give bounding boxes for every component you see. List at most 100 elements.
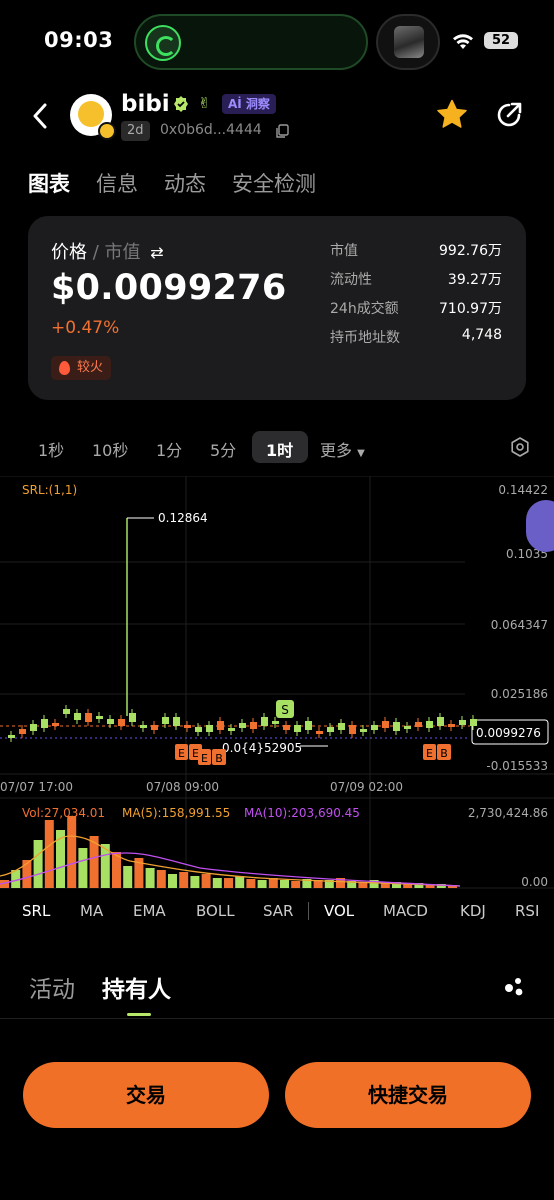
- stat-label-liquidity: 流动性: [330, 272, 372, 288]
- trade-marker-label: E: [192, 747, 199, 760]
- price-mcap-toggle[interactable]: 价格 / 市值 ⇄: [51, 238, 164, 264]
- candle: [470, 719, 477, 726]
- contract-address: 0x0b6d...4444: [160, 122, 262, 138]
- hot-badge: 较火: [51, 356, 112, 380]
- volume-bar: [44, 820, 54, 888]
- tab-activity[interactable]: 动态: [164, 168, 206, 198]
- bubble-map-icon[interactable]: [503, 976, 527, 998]
- price-change: +0.47%: [51, 318, 120, 338]
- timeframe-5m[interactable]: 5分: [210, 437, 236, 461]
- candle: [8, 735, 15, 738]
- tab-info[interactable]: 信息: [96, 168, 138, 198]
- candle: [316, 731, 323, 734]
- indicator-tab-boll[interactable]: BOLL: [196, 902, 235, 920]
- indicator-tab-vol[interactable]: VOL: [324, 902, 354, 920]
- chart-grid: [0, 476, 554, 889]
- trade-button[interactable]: 交易: [23, 1062, 269, 1128]
- price-card: 价格 / 市值 ⇄ $0.0099276 +0.47% 较火 市值 992.76…: [28, 216, 526, 400]
- tab-holders[interactable]: 持有人: [102, 970, 171, 1004]
- candle: [327, 727, 334, 732]
- candle: [393, 722, 400, 731]
- volume-min-label: 0.00: [521, 875, 548, 889]
- candle: [448, 724, 455, 727]
- favorite-star-icon[interactable]: [436, 99, 468, 129]
- max-price-label: 0.12864: [158, 511, 208, 525]
- indicator-tab-ma[interactable]: MA: [80, 902, 103, 920]
- volume-bar: [33, 840, 43, 888]
- y-axis-label: 0.025186: [491, 687, 548, 701]
- trade-marker-label: E: [178, 747, 185, 760]
- token-avatar: [70, 94, 116, 140]
- trade-marker-label: S: [281, 703, 289, 717]
- label-separator: /: [87, 242, 105, 263]
- candle: [195, 727, 202, 732]
- chart-settings-icon[interactable]: [509, 436, 531, 458]
- tab-security-check[interactable]: 安全检测: [232, 168, 316, 198]
- candle: [85, 713, 92, 722]
- timeframe-10s[interactable]: 10秒: [92, 437, 128, 461]
- flame-icon: [59, 361, 70, 375]
- stat-label-mcap: 市值: [330, 243, 358, 259]
- volume-bar: [291, 881, 301, 888]
- media-thumbnail[interactable]: [376, 14, 440, 70]
- indicator-tab-ema[interactable]: EMA: [133, 902, 166, 920]
- volume-bar: [224, 878, 233, 888]
- timeframe-1h[interactable]: 1时: [266, 437, 293, 461]
- stat-value-holders: 4,748: [461, 327, 502, 343]
- candle: [294, 725, 301, 732]
- status-time: 09:03: [44, 28, 114, 52]
- volume-bar: [212, 878, 222, 888]
- candle: [173, 717, 180, 726]
- candle: [459, 720, 466, 725]
- stat-label-volume-24h: 24h成交额: [330, 301, 399, 317]
- indicator-divider: [308, 902, 309, 920]
- section-divider: [0, 1018, 554, 1019]
- candle: [228, 728, 235, 731]
- indicator-tab-kdj[interactable]: KDJ: [460, 902, 486, 920]
- stat-value-mcap: 992.76万: [439, 243, 502, 259]
- min-price-label: 0.0{4}52905: [222, 741, 302, 755]
- candle: [63, 709, 70, 714]
- y-axis-label: 0.064347: [491, 618, 548, 632]
- candle: [41, 719, 48, 728]
- tab-activity-feed[interactable]: 活动: [29, 970, 75, 1004]
- candle: [261, 717, 268, 726]
- candle: [30, 724, 37, 731]
- candle: [162, 717, 169, 724]
- floating-assistant-button[interactable]: [526, 500, 554, 552]
- candle: [206, 725, 213, 732]
- copy-icon[interactable]: [275, 124, 290, 139]
- y-axis-label: 0.14422: [498, 483, 548, 497]
- trade-marker-label: B: [215, 752, 223, 765]
- back-arrow-icon[interactable]: [30, 102, 52, 130]
- current-price-tag-label: 0.0099276: [476, 726, 541, 740]
- candle: [118, 719, 125, 726]
- indicator-tab-srl[interactable]: SRL: [22, 902, 50, 920]
- volume-bar: [145, 868, 155, 888]
- volume-bar: [280, 880, 289, 888]
- timeframe-1s[interactable]: 1秒: [38, 437, 64, 461]
- candle: [382, 721, 389, 728]
- battery-indicator: 52: [484, 32, 518, 49]
- timeframe-more[interactable]: 更多 ▼: [320, 437, 365, 461]
- candle: [129, 713, 136, 722]
- mcap-label: 市值: [104, 242, 141, 263]
- tab-chart[interactable]: 图表: [28, 168, 70, 198]
- timeframe-1m[interactable]: 1分: [156, 437, 182, 461]
- hand-icon: ✌: [198, 94, 211, 112]
- quick-trade-button[interactable]: 快捷交易: [285, 1062, 531, 1128]
- price-chart[interactable]: SRL:(1,1) 0.14422 0.1035 0.064347 0.0251…: [0, 476, 554, 896]
- candle: [360, 729, 367, 732]
- dynamic-island[interactable]: [134, 14, 368, 70]
- price-label: 价格: [51, 242, 87, 263]
- candle: [74, 713, 81, 720]
- volume-bar: [78, 848, 88, 888]
- share-icon[interactable]: [494, 100, 524, 130]
- indicator-tab-rsi[interactable]: RSI: [515, 902, 539, 920]
- indicator-tab-sar[interactable]: SAR: [263, 902, 293, 920]
- candle: [52, 723, 59, 726]
- ai-insight-tag[interactable]: Aİ 洞察: [222, 94, 276, 114]
- indicator-tab-macd[interactable]: MACD: [383, 902, 428, 920]
- wifi-icon: [453, 34, 473, 49]
- volume-bar: [67, 816, 77, 888]
